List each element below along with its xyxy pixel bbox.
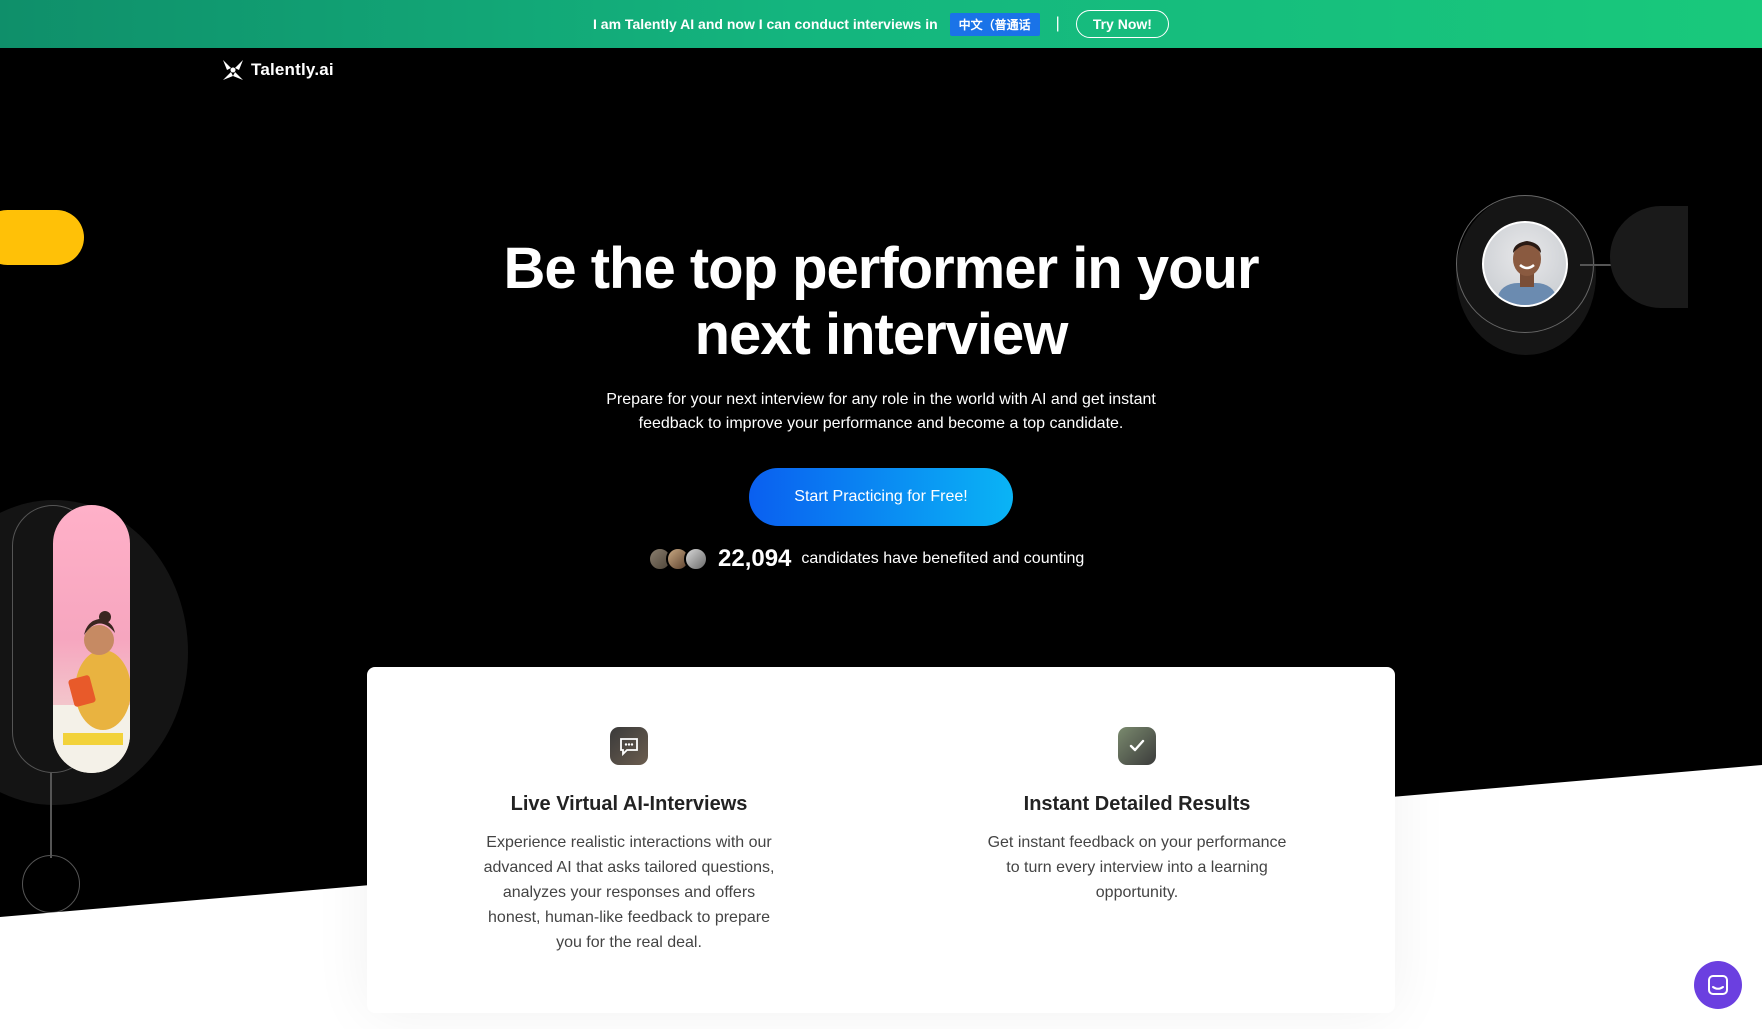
banner-separator: |: [1055, 15, 1060, 32]
decorative-line: [1580, 264, 1612, 266]
start-practicing-button[interactable]: Start Practicing for Free!: [749, 468, 1013, 526]
hero-subtitle-line-1: Prepare for your next interview for any …: [606, 391, 1156, 408]
avatar: [684, 547, 708, 571]
social-proof: 22,094 candidates have benefited and cou…: [648, 543, 1084, 575]
smiling-man-illustration: [1498, 241, 1556, 305]
candidate-avatars: [648, 547, 708, 571]
woman-reading-illustration: [53, 611, 130, 773]
logo-text: Talently.ai: [251, 60, 334, 79]
feature-description: Experience realistic interactions with o…: [483, 834, 775, 951]
chat-launcher-button[interactable]: [1694, 961, 1742, 1009]
feature-instant-results: Instant Detailed Results Get instant fee…: [967, 667, 1307, 905]
logo-icon: [223, 60, 243, 80]
candidate-count: 22,094: [718, 545, 792, 572]
speech-bubble-icon: [610, 727, 648, 765]
hero-title-line-1: Be the top performer in your: [503, 236, 1259, 301]
chat-icon: [1708, 975, 1728, 995]
try-now-button[interactable]: Try Now!: [1075, 10, 1169, 38]
candidate-count-label: candidates have benefited and counting: [801, 550, 1085, 567]
hero-title-line-2: next interview: [694, 302, 1069, 367]
decorative-small-circle: [22, 855, 80, 913]
person-avatar: [1482, 221, 1568, 307]
feature-live-interviews: Live Virtual AI-Interviews Experience re…: [459, 667, 799, 955]
person-photo-pill: [53, 505, 130, 773]
decorative-half-circle: [1610, 206, 1688, 308]
feature-title: Live Virtual AI-Interviews: [510, 793, 748, 815]
feature-title: Instant Detailed Results: [1023, 793, 1251, 815]
logo[interactable]: Talently.ai: [219, 56, 334, 84]
language-badge[interactable]: 中文（普通话: [949, 12, 1040, 36]
hero-subtitle: Prepare for your next interview for any …: [560, 388, 1202, 436]
decorative-yellow-pill: [0, 210, 84, 265]
hero-title: Be the top performer in your next interv…: [481, 236, 1281, 368]
feature-description: Get instant feedback on your performance…: [987, 834, 1287, 901]
decorative-line: [50, 773, 52, 858]
checklist-icon: [1118, 727, 1156, 765]
announcement-banner: I am Talently AI and now I can conduct i…: [0, 0, 1762, 48]
features-card: Live Virtual AI-Interviews Experience re…: [367, 667, 1395, 1013]
banner-text: I am Talently AI and now I can conduct i…: [593, 16, 938, 32]
hero-subtitle-line-2: feedback to improve your performance and…: [638, 415, 1124, 432]
